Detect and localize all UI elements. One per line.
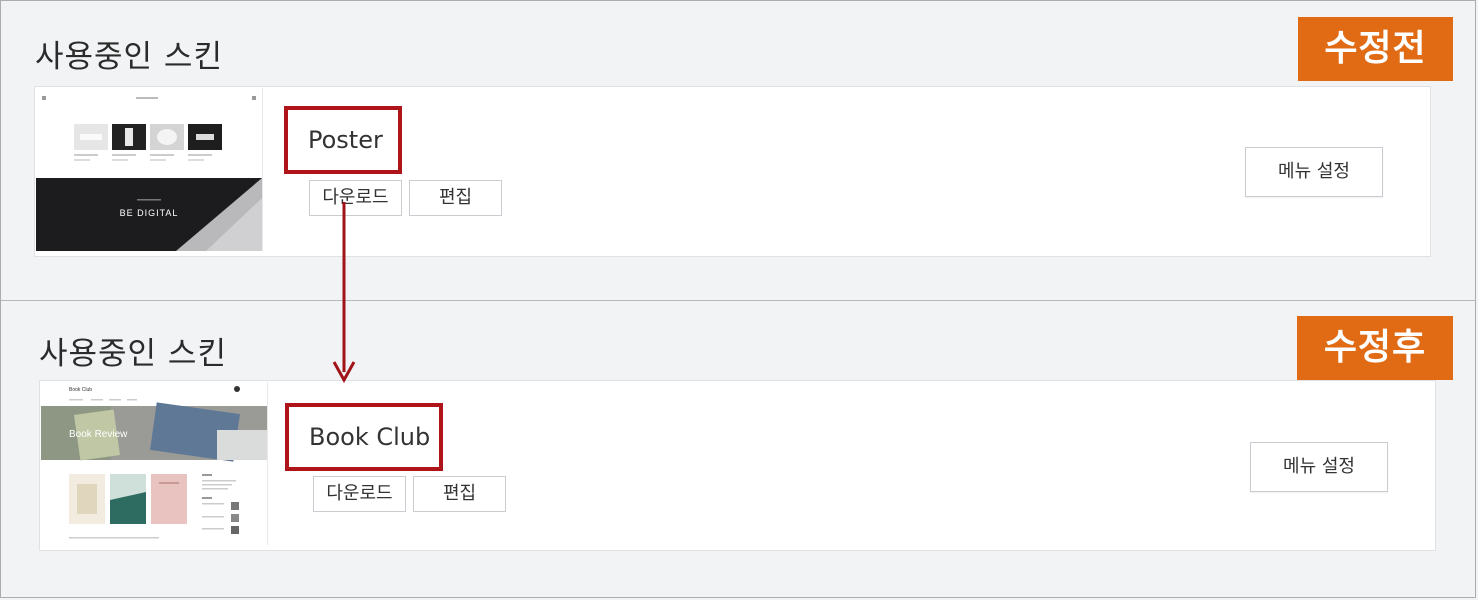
skin-name-highlight: Poster — [284, 106, 402, 174]
menu-settings-button[interactable]: 메뉴 설정 — [1250, 442, 1388, 492]
svg-text:Book Review: Book Review — [69, 429, 128, 440]
skin-card: Book Club Book Review Book Club 다운로드 편집 … — [39, 380, 1436, 551]
section-title: 사용중인 스킨 — [35, 39, 223, 75]
skin-card: BE DIGITAL Poster 다운로드 편집 메뉴 설정 — [34, 86, 1431, 257]
skin-thumbnail: BE DIGITAL — [36, 88, 263, 251]
section-title: 사용중인 스킨 — [39, 336, 227, 372]
skin-thumbnail: Book Club Book Review — [41, 382, 268, 545]
edit-button[interactable]: 편집 — [413, 476, 506, 512]
svg-text:BE DIGITAL: BE DIGITAL — [120, 208, 179, 218]
menu-settings-button[interactable]: 메뉴 설정 — [1245, 147, 1383, 197]
after-badge: 수정후 — [1297, 316, 1453, 380]
download-button[interactable]: 다운로드 — [313, 476, 406, 512]
skin-name-highlight: Book Club — [285, 403, 443, 471]
download-button[interactable]: 다운로드 — [309, 180, 402, 216]
svg-text:Book Club: Book Club — [69, 387, 92, 393]
before-badge: 수정전 — [1298, 17, 1453, 81]
section-before: 사용중인 스킨 수정전 BE DIGITAL Poster 다운로드 편집 메뉴… — [1, 1, 1475, 299]
edit-button[interactable]: 편집 — [409, 180, 502, 216]
section-after: 사용중인 스킨 수정후 Book Club Book Review Book C… — [1, 300, 1475, 599]
